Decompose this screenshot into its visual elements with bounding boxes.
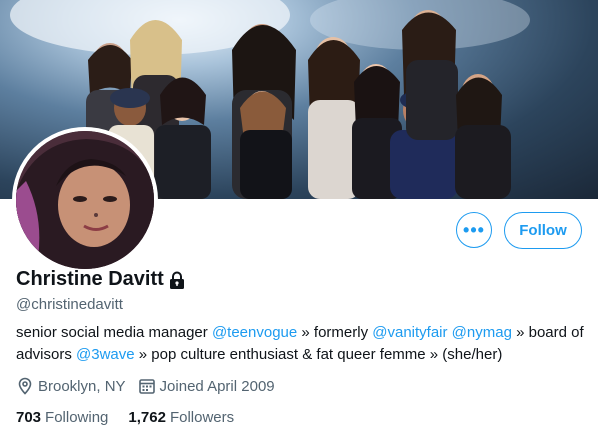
profile-bio: senior social media manager @teenvogue »…	[16, 322, 586, 366]
following-link[interactable]: 703 Following	[16, 409, 108, 426]
mention-link[interactable]: @teenvogue	[212, 324, 297, 341]
bio-text: » pop culture enthusiast & fat queer fem…	[134, 346, 503, 363]
mention-link[interactable]: @vanityfair	[372, 324, 447, 341]
mention-link[interactable]: @3wave	[76, 346, 135, 363]
lock-icon	[167, 270, 187, 290]
mention-link[interactable]: @nymag	[452, 324, 512, 341]
profile-name-row: Christine Davitt	[16, 268, 187, 291]
profile-meta: Brooklyn, NY Joined April 2009	[16, 377, 287, 395]
location-item: Brooklyn, NY	[16, 377, 126, 395]
profile-name: Christine Davitt	[16, 268, 164, 290]
bio-text: senior social media manager	[16, 324, 212, 341]
joined-text: Joined April 2009	[159, 377, 275, 395]
joined-item: Joined April 2009	[138, 377, 275, 395]
more-options-button[interactable]: •••	[456, 212, 492, 248]
profile-avatar[interactable]	[12, 127, 158, 273]
bio-text: » formerly	[297, 324, 373, 341]
followers-label: Followers	[169, 409, 235, 426]
location-text: Brooklyn, NY	[38, 377, 126, 395]
followers-link[interactable]: 1,762 Followers	[128, 409, 234, 426]
calendar-icon	[138, 379, 155, 394]
following-count: 703	[16, 409, 42, 426]
profile-handle: @christinedavitt	[16, 296, 123, 313]
location-pin-icon	[18, 377, 32, 395]
following-label: Following	[45, 409, 109, 426]
follow-button[interactable]: Follow	[504, 212, 582, 249]
follow-stats: 703 Following 1,762 Followers	[16, 409, 254, 426]
followers-count: 1,762	[128, 409, 166, 426]
